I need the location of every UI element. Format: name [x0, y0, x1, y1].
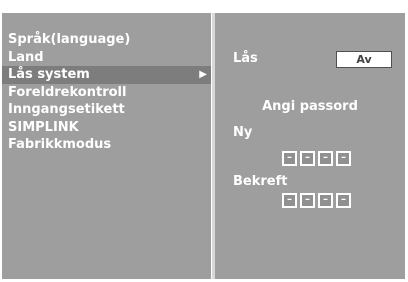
- lock-toggle[interactable]: Av: [336, 51, 392, 68]
- menu-item-parental-control[interactable]: Foreldrekontroll: [2, 84, 211, 102]
- menu-item-label: Lås system: [8, 67, 90, 82]
- pin-digit-4: –: [336, 193, 351, 208]
- pin-digit-1: –: [282, 151, 297, 166]
- lock-label: Lås: [233, 51, 258, 66]
- pin-digit-1: –: [282, 193, 297, 208]
- password-title: Angi passord: [262, 99, 358, 114]
- settings-menu-panel: Språk(language) Land Lås system ▶ Foreldr…: [2, 13, 211, 279]
- settings-menu-list: Språk(language) Land Lås system ▶ Foreldr…: [2, 31, 211, 154]
- tv-settings-screen: Språk(language) Land Lås system ▶ Foreldr…: [0, 0, 408, 282]
- menu-item-label: Språk(language): [8, 32, 131, 47]
- menu-item-country[interactable]: Land: [2, 49, 211, 67]
- menu-item-input-label[interactable]: Inngangsetikett: [2, 101, 211, 119]
- confirm-password-label: Bekreft: [233, 174, 288, 189]
- menu-item-label: SIMPLINK: [8, 119, 79, 135]
- pin-digit-2: –: [300, 193, 315, 208]
- pin-digit-4: –: [336, 151, 351, 166]
- menu-item-label: Land: [8, 49, 44, 65]
- menu-item-label: Fabrikkmodus: [8, 137, 112, 152]
- menu-item-simplink[interactable]: SIMPLINK: [2, 119, 211, 137]
- menu-item-lock-system[interactable]: Lås system ▶: [2, 66, 211, 84]
- menu-item-label: Inngangsetikett: [8, 102, 125, 117]
- new-password-label: Ny: [233, 125, 253, 140]
- menu-item-language[interactable]: Språk(language): [2, 31, 211, 49]
- pin-digit-2: –: [300, 151, 315, 166]
- pin-digit-3: –: [318, 193, 333, 208]
- menu-item-label: Foreldrekontroll: [8, 84, 127, 100]
- pin-digit-3: –: [318, 151, 333, 166]
- menu-item-factory-mode[interactable]: Fabrikkmodus: [2, 136, 211, 154]
- submenu-arrow-icon: ▶: [199, 69, 207, 80]
- lock-system-panel: Lås Av Angi passord Ny – – – – Bekreft –…: [215, 13, 405, 279]
